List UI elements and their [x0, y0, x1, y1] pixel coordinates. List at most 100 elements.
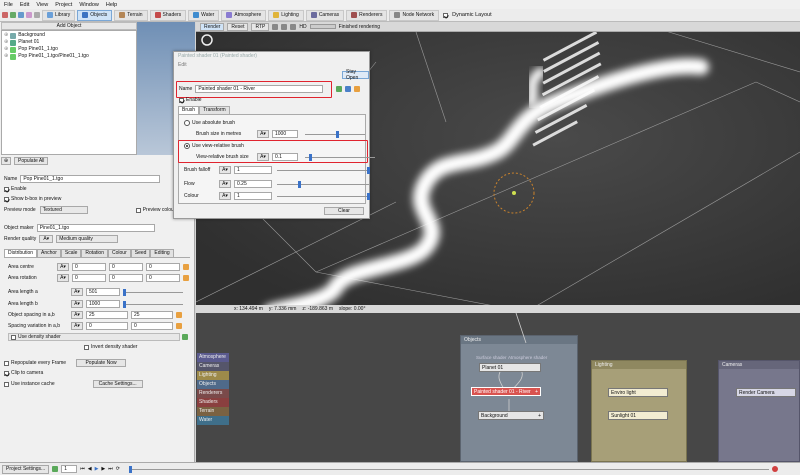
menu-window[interactable]: Window [79, 2, 99, 8]
prev-frame-icon[interactable]: ◀ [88, 466, 92, 472]
tree-item-pop-pine-child[interactable]: ⊕ Pop Pine01_1.tgo/Pine01_1.tgo [4, 53, 134, 60]
clip-camera-row[interactable]: Clip to camera [4, 370, 43, 376]
next-frame-icon[interactable]: ▶ [101, 466, 105, 472]
render-quality-select[interactable]: Medium quality [56, 235, 119, 243]
record-icon[interactable] [772, 466, 778, 472]
tree-item-planet[interactable]: ⊕ Planet 01 [4, 39, 134, 46]
flow-knob[interactable] [298, 180, 301, 188]
absolute-brush-row[interactable]: Use absolute brush [184, 120, 235, 126]
tree-item-pop-pine[interactable]: ⊕ Pop Pine01_1.tgo [4, 46, 134, 53]
menu-project[interactable]: Project [55, 2, 72, 8]
name-field[interactable]: Pop Pine01_1.tgo [20, 175, 161, 183]
populate-now-button[interactable]: Populate Now [76, 359, 127, 367]
timeline-slider[interactable] [129, 465, 769, 473]
timeline-knob[interactable] [129, 465, 132, 473]
render-button[interactable]: Render [200, 22, 225, 31]
frame-field[interactable]: 1 [61, 465, 78, 473]
dynamic-layout-toggle[interactable]: Dynamic Layout [443, 12, 492, 18]
brush-size-link-button[interactable]: A▾ [257, 130, 269, 138]
area-length-a-link-button[interactable]: A▾ [71, 288, 83, 296]
use-density-shader-checkbox[interactable] [11, 334, 16, 340]
tab-renderers[interactable]: Renderers [346, 9, 388, 21]
colour-slider[interactable] [277, 192, 370, 200]
colour-knob[interactable] [367, 192, 370, 200]
brush-falloff-slider[interactable] [277, 166, 370, 174]
view-relative-size-field[interactable]: 0.1 [272, 153, 298, 161]
tab-objects[interactable]: Objects [77, 9, 113, 21]
spacing-variation-a[interactable]: 0 [86, 322, 128, 330]
use-density-shader-field[interactable]: Use density shader [8, 333, 181, 341]
save-icon[interactable] [10, 12, 16, 18]
copy-icon[interactable] [176, 312, 182, 318]
add-node-button[interactable]: ⊕ [1, 157, 11, 165]
rtp-button[interactable]: RTP [251, 22, 270, 31]
tab-atmosphere[interactable]: Atmosphere [221, 9, 267, 21]
view-relative-link-button[interactable]: A▾ [257, 153, 269, 161]
area-centre-z[interactable]: 0 [146, 263, 180, 271]
node-background[interactable]: Background + [478, 411, 544, 420]
area-rotation-y[interactable]: 0 [109, 274, 143, 282]
shader-copy-icon[interactable] [354, 86, 361, 92]
show-bbox-checkbox[interactable] [4, 196, 9, 202]
tab-shaders[interactable]: Shaders [149, 9, 187, 21]
menu-view[interactable]: View [36, 2, 48, 8]
tab-node-network[interactable]: Node Network [389, 9, 440, 21]
area-rotation-x[interactable]: 0 [72, 274, 106, 282]
spacing-variation-link-button[interactable]: A▾ [71, 322, 83, 330]
first-frame-icon[interactable]: ⏮ [80, 466, 85, 472]
expand-icon[interactable]: ⊕ [4, 46, 8, 53]
menu-help[interactable]: Help [106, 2, 117, 8]
colour-field[interactable]: 1 [234, 192, 272, 200]
keyframe-icon[interactable] [52, 466, 59, 472]
brush-falloff-link-button[interactable]: A▾ [219, 166, 231, 174]
invert-density-row[interactable]: Invert density shader [84, 344, 137, 350]
node-painted-shader[interactable]: Painted shader 01 - River + [471, 387, 541, 396]
node-enviro-light[interactable]: Enviro light [608, 388, 668, 397]
redo-icon[interactable] [26, 12, 32, 18]
dynamic-layout-checkbox[interactable] [443, 12, 449, 18]
clear-button[interactable]: Clear [324, 207, 364, 215]
show-bbox-row[interactable]: Show b-box in preview [4, 196, 61, 202]
repopulate-toggle[interactable]: Repopulate every Frame [4, 360, 66, 366]
area-rotation-z[interactable]: 0 [146, 274, 180, 282]
object-spacing-b[interactable]: 25 [131, 311, 173, 319]
populate-all-button[interactable]: Populate All [14, 157, 49, 165]
instance-cache-checkbox[interactable] [4, 381, 9, 387]
brush-size-metres-knob[interactable] [336, 130, 339, 138]
copy-icon[interactable] [183, 264, 189, 270]
colour-link-button[interactable]: A▾ [219, 192, 231, 200]
tab-colour[interactable]: Colour [108, 249, 131, 257]
render-region-icon[interactable] [272, 23, 279, 30]
preview-colour-row[interactable]: Preview colour [135, 207, 175, 213]
tab-transform[interactable]: Transform [199, 106, 230, 114]
add-shader-icon[interactable] [182, 334, 188, 340]
area-length-b-field[interactable]: 1000 [86, 300, 120, 308]
brush-size-metres-slider[interactable] [305, 130, 365, 138]
view-relative-size-slider[interactable] [305, 153, 375, 161]
repopulate-checkbox[interactable] [4, 360, 9, 366]
menu-file[interactable]: File [4, 2, 13, 8]
flow-link-button[interactable]: A▾ [219, 180, 231, 188]
copy-icon[interactable] [183, 275, 189, 281]
preview-mode-select[interactable]: Textured [39, 206, 88, 214]
expand-icon[interactable]: ⊕ [4, 32, 8, 39]
render-quality-link-button[interactable]: A▾ [39, 235, 54, 243]
render-aov-icon[interactable] [281, 23, 288, 30]
add-object-button[interactable]: Add Object [1, 22, 137, 30]
instance-cache-toggle[interactable]: Use instance cache [4, 381, 55, 387]
shader-settings-icon[interactable] [345, 86, 352, 92]
menu-edit[interactable]: Edit [20, 2, 29, 8]
cache-settings-button[interactable]: Cache Settings... [92, 380, 143, 388]
area-centre-link-button[interactable]: A▾ [57, 263, 69, 271]
tab-brush[interactable]: Brush [178, 106, 200, 114]
preview-colour-checkbox[interactable] [135, 207, 141, 213]
tab-scale[interactable]: Scale [60, 249, 82, 257]
node-planet[interactable]: Planet 01 [479, 363, 541, 372]
port-surface-shader[interactable]: Surface shader [476, 355, 507, 360]
brush-falloff-knob[interactable] [367, 166, 370, 174]
loop-icon[interactable]: ⟳ [116, 466, 120, 472]
area-length-b-slider-knob[interactable] [123, 300, 126, 308]
dialog-name-field[interactable]: Painted shader 01 - River [195, 85, 324, 93]
object-spacing-link-button[interactable]: A▾ [71, 311, 83, 319]
enable-checkbox[interactable] [4, 186, 9, 192]
